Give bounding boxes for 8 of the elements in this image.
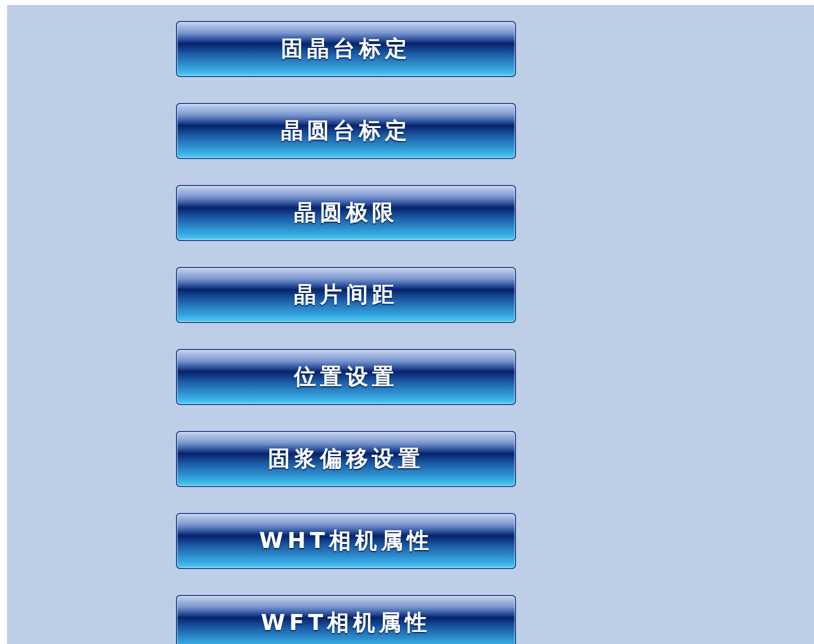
menu-button[interactable]: 晶圆台标定 (176, 103, 516, 159)
menu-button[interactable]: 晶片间距 (176, 267, 516, 323)
menu-button[interactable]: 固浆偏移设置 (176, 431, 516, 487)
menu-button[interactable]: 位置设置 (176, 349, 516, 405)
menu-button[interactable]: WFT相机属性 (176, 595, 516, 644)
menu-button[interactable]: 晶圆极限 (176, 185, 516, 241)
menu-button[interactable]: WHT相机属性 (176, 513, 516, 569)
menu-button[interactable]: 固晶台标定 (176, 21, 516, 77)
